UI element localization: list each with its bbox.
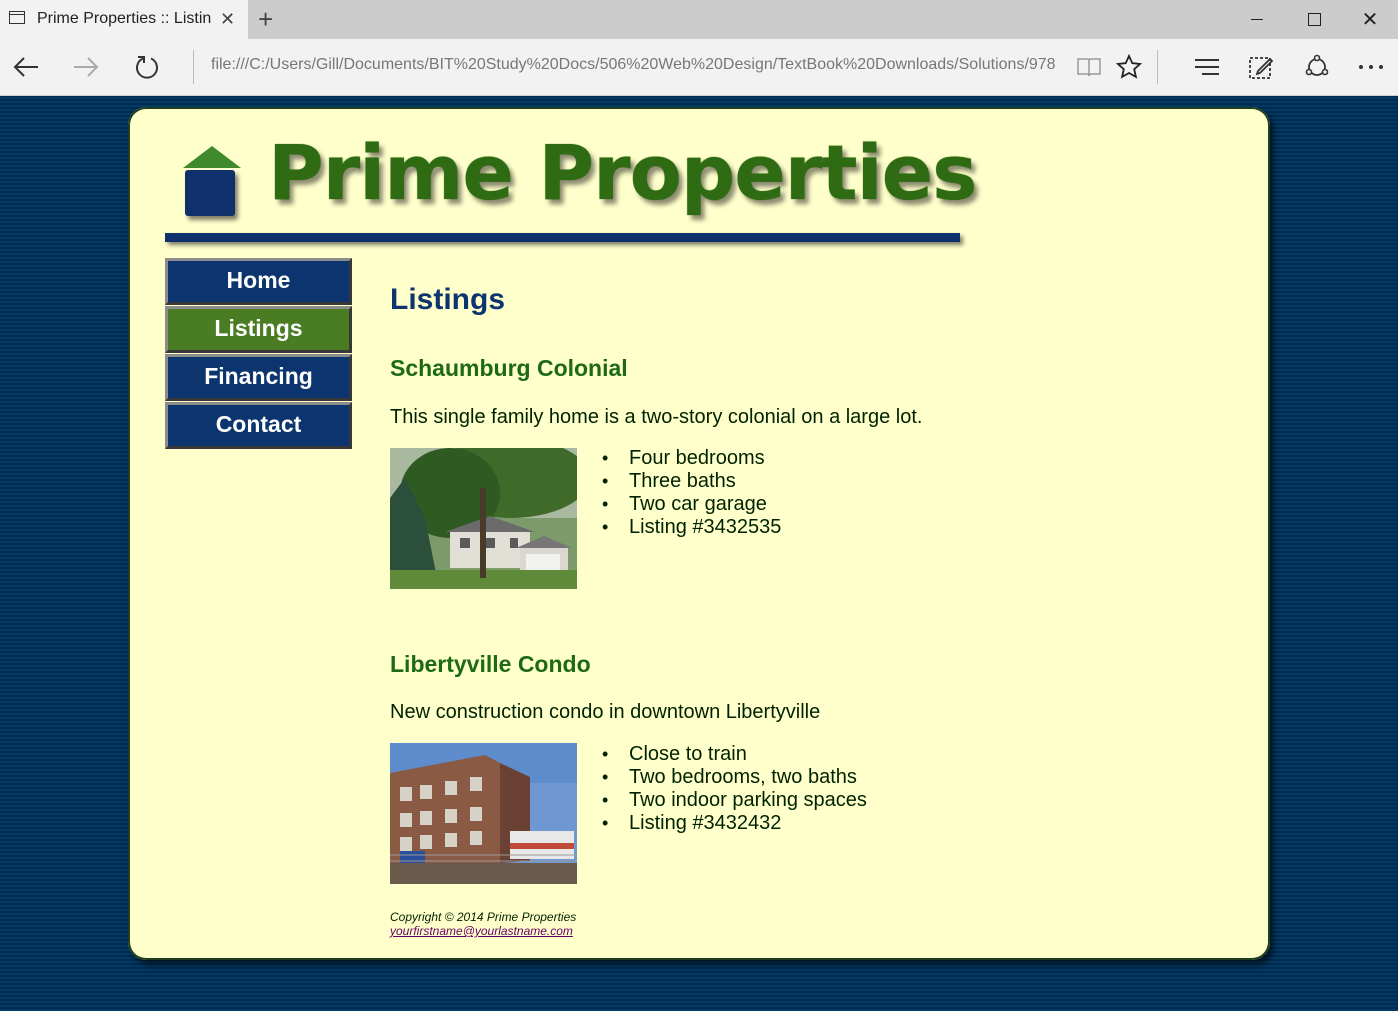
tab-title: Prime Properties :: Listin [37, 10, 212, 27]
nav-listings[interactable]: Listings [165, 306, 352, 353]
nav-financing[interactable]: Financing [165, 354, 352, 401]
minimize-icon [1251, 18, 1263, 20]
copyright-text: Copyright © 2014 Prime Properties [390, 910, 577, 924]
listing-title: Schaumburg Colonial [390, 355, 628, 381]
more-icon[interactable] [1356, 39, 1386, 95]
nav-home[interactable]: Home [165, 258, 352, 305]
close-window-button[interactable]: ✕ [1342, 0, 1398, 38]
back-arrow-icon[interactable] [8, 39, 44, 95]
page-title: Listings [390, 283, 506, 316]
listing-photo-house [390, 448, 577, 589]
reading-view-icon[interactable] [1074, 39, 1104, 95]
feature-item: Three baths [602, 470, 781, 493]
address-separator [193, 50, 194, 84]
feature-item: Four bedrooms [602, 447, 781, 470]
forward-arrow-icon[interactable] [68, 39, 104, 95]
maximize-icon [1307, 12, 1321, 26]
address-bar[interactable]: file:///C:/Users/Gill/Documents/BIT%20St… [211, 56, 1056, 74]
maximize-button[interactable] [1286, 0, 1342, 38]
listing-features: Four bedrooms Three baths Two car garage… [602, 447, 781, 539]
feature-item: Close to train [602, 743, 867, 766]
toolbar-separator [1157, 50, 1158, 84]
listing-title: Libertyville Condo [390, 651, 591, 677]
feature-item: Listing #3432535 [602, 516, 781, 539]
logo-underline [165, 233, 960, 242]
feature-item: Two indoor parking spaces [602, 789, 867, 812]
email-link[interactable]: yourfirstname@yourlastname.com [390, 924, 573, 938]
new-tab-icon[interactable]: + [258, 4, 273, 35]
web-note-icon[interactable] [1246, 39, 1276, 95]
favorite-star-icon[interactable] [1114, 39, 1144, 95]
hub-icon[interactable] [1192, 39, 1222, 95]
share-icon[interactable] [1302, 39, 1332, 95]
feature-item: Two bedrooms, two baths [602, 766, 867, 789]
tab-bar: Prime Properties :: Listin ✕ + ✕ [0, 0, 1398, 39]
feature-item: Two car garage [602, 493, 781, 516]
listing-description: New construction condo in downtown Liber… [390, 701, 821, 723]
browser-toolbar: file:///C:/Users/Gill/Documents/BIT%20St… [0, 39, 1398, 96]
listing-features: Close to train Two bedrooms, two baths T… [602, 743, 867, 835]
site-logo[interactable]: Prime Properties [165, 128, 977, 248]
logo-text: Prime Properties [268, 128, 977, 217]
site-nav: Home Listings Financing Contact [165, 258, 352, 450]
tab-page-icon [9, 11, 25, 24]
nav-contact[interactable]: Contact [165, 402, 352, 449]
listing-photo-condo [390, 743, 577, 884]
browser-tab[interactable]: Prime Properties :: Listin ✕ [0, 0, 248, 39]
tab-close-icon[interactable]: ✕ [220, 9, 235, 30]
footer: Copyright © 2014 Prime Properties yourfi… [390, 910, 576, 938]
listing-description: This single family home is a two-story c… [390, 406, 923, 428]
house-roof-icon [183, 146, 241, 168]
house-body-icon [185, 170, 235, 216]
feature-item: Listing #3432432 [602, 812, 867, 835]
minimize-button[interactable] [1229, 0, 1285, 38]
refresh-icon[interactable] [130, 39, 164, 95]
